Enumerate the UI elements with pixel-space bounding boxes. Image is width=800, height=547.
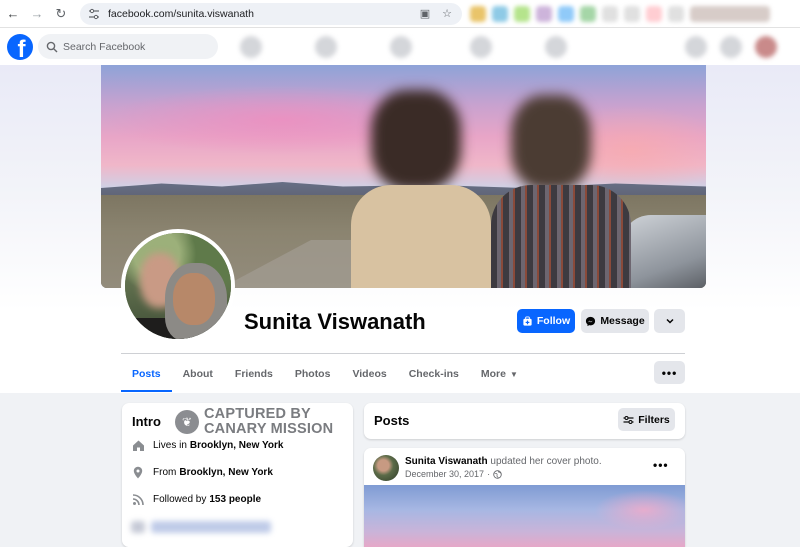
intro-from: From Brooklyn, New York [131, 465, 273, 479]
tab-check-ins[interactable]: Check-ins [398, 356, 470, 392]
location-pin-icon [131, 465, 145, 479]
tabs-more-options-button[interactable]: ••• [654, 361, 685, 384]
divider [121, 353, 685, 354]
messenger-icon [586, 316, 596, 326]
intro-lives-in: Lives in Brooklyn, New York [131, 438, 283, 452]
post-date-line: December 30, 2017 · [405, 469, 502, 479]
intro-card: Intro ❦ CAPTURED BY CANARY MISSION Lives… [122, 403, 353, 547]
post-author-line: Sunita Viswanath updated her cover photo… [405, 456, 602, 467]
tab-about[interactable]: About [172, 356, 224, 392]
caret-down-icon: ▼ [509, 369, 518, 379]
post-image[interactable] [364, 485, 685, 547]
post-card: Sunita Viswanath updated her cover photo… [364, 448, 685, 547]
follow-icon [523, 315, 532, 326]
post-author-name[interactable]: Sunita Viswanath [405, 456, 488, 467]
tab-videos[interactable]: Videos [341, 356, 397, 392]
filters-button[interactable]: Filters [618, 408, 675, 431]
forward-icon[interactable]: → [26, 3, 48, 25]
profile-options-button[interactable] [654, 309, 685, 333]
profile-avatar[interactable] [121, 229, 235, 343]
home-icon [131, 438, 145, 452]
post-action: updated her cover photo. [490, 456, 602, 467]
tab-posts[interactable]: Posts [121, 356, 172, 392]
follow-button[interactable]: Follow [517, 309, 575, 333]
rss-followers-icon [131, 492, 145, 506]
search-icon [46, 41, 58, 52]
intro-title: Intro [132, 414, 161, 429]
filters-icon [623, 415, 634, 424]
posts-title: Posts [374, 413, 410, 428]
post-options-button[interactable]: ••• [653, 458, 673, 472]
post-date[interactable]: December 30, 2017 [405, 469, 484, 479]
redacted-info-row [131, 519, 281, 535]
facebook-logo[interactable]: f [7, 33, 33, 60]
site-settings-icon[interactable] [88, 8, 100, 20]
chevron-down-icon [665, 318, 674, 324]
header-nav-icons [235, 34, 800, 60]
facebook-header: f Search Facebook [0, 28, 800, 65]
extensions-area [470, 4, 800, 24]
browser-toolbar: ← → ↻ facebook.com/sunita.viswanath ▣ ☆ [0, 0, 800, 28]
bookmark-star-icon[interactable]: ☆ [440, 7, 454, 21]
install-app-icon[interactable]: ▣ [418, 7, 432, 21]
watermark: ❦ CAPTURED BY CANARY MISSION [175, 407, 333, 437]
reload-icon[interactable]: ↻ [50, 3, 72, 25]
search-placeholder: Search Facebook [63, 40, 146, 53]
posts-header-card: Posts Filters [364, 403, 685, 439]
profile-name: Sunita Viswanath [244, 309, 426, 334]
post-author-avatar[interactable] [373, 455, 399, 481]
tab-photos[interactable]: Photos [284, 356, 342, 392]
intro-followers: Followed by 153 people [131, 492, 261, 506]
address-bar[interactable]: facebook.com/sunita.viswanath ▣ ☆ [80, 2, 462, 25]
url-text: facebook.com/sunita.viswanath [108, 7, 254, 20]
message-button[interactable]: Message [581, 309, 649, 333]
profile-tabs: Posts About Friends Photos Videos Check-… [121, 356, 685, 392]
search-input[interactable]: Search Facebook [38, 34, 218, 59]
back-icon[interactable]: ← [2, 3, 24, 25]
tab-friends[interactable]: Friends [224, 356, 284, 392]
tab-more[interactable]: More ▼ [470, 356, 529, 392]
canary-seal-icon: ❦ [175, 410, 199, 434]
globe-icon [493, 469, 502, 479]
